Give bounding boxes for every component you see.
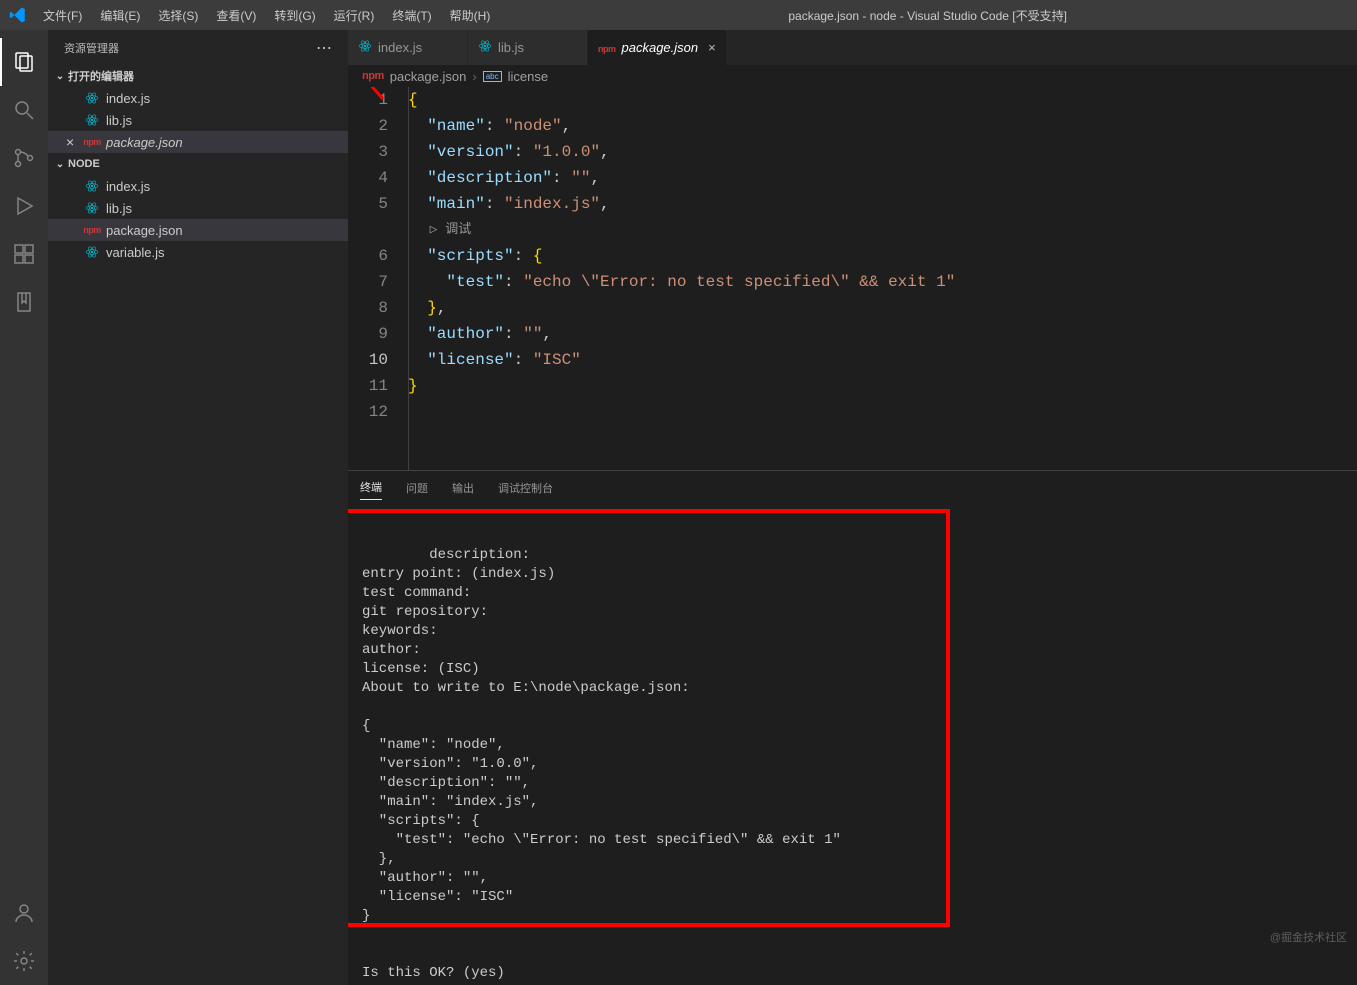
menu-item[interactable]: 转到(G) — [266, 3, 323, 28]
react-icon — [478, 39, 492, 56]
menu-item[interactable]: 帮助(H) — [442, 3, 499, 28]
folder-header[interactable]: ⌄ NODE — [48, 153, 348, 175]
sidebar-explorer: 资源管理器 ⋯ ⌄ 打开的编辑器 index.js lib.js × npm packa… — [48, 30, 348, 985]
activity-accounts-icon[interactable] — [0, 889, 48, 937]
watermark: @掘金技术社区 — [1270, 929, 1347, 945]
editor-tab[interactable]: npm package.json × — [588, 30, 727, 65]
react-icon — [84, 201, 100, 215]
chevron-right-icon: › — [472, 69, 476, 84]
symbol-string-icon: abc — [483, 71, 502, 82]
editor-tab[interactable]: index.js — [348, 30, 468, 65]
panel-tab[interactable]: 问题 — [406, 476, 428, 500]
file-tree-item[interactable]: npm package.json — [48, 219, 348, 241]
code-line[interactable]: "main": "index.js", — [408, 191, 1357, 217]
chevron-down-icon: ⌄ — [52, 71, 68, 82]
activity-bookmark-icon[interactable] — [0, 278, 48, 326]
vscode-logo-icon — [0, 6, 35, 24]
editor-group: index.js lib.js npm package.json × npm packa… — [348, 30, 1357, 985]
chevron-down-icon: ⌄ — [52, 159, 68, 170]
tab-label: lib.js — [498, 40, 524, 55]
file-tree-item[interactable]: index.js — [48, 175, 348, 197]
editor-tab[interactable]: lib.js — [468, 30, 588, 65]
panel-tab[interactable]: 调试控制台 — [498, 476, 553, 500]
file-label: package.json — [106, 223, 183, 238]
file-tree-item[interactable]: variable.js — [48, 241, 348, 263]
titlebar: 文件(F)编辑(E)选择(S)查看(V)转到(G)运行(R)终端(T)帮助(H)… — [0, 0, 1357, 30]
react-icon — [84, 179, 100, 193]
code-line[interactable]: { — [408, 87, 1357, 113]
npm-icon: npm — [84, 225, 100, 235]
npm-icon: npm — [598, 40, 616, 55]
code-line[interactable]: "version": "1.0.0", — [408, 139, 1357, 165]
open-editor-item[interactable]: index.js — [48, 87, 348, 109]
menu-item[interactable]: 查看(V) — [208, 3, 264, 28]
code-line[interactable]: } — [408, 373, 1357, 399]
line-number-gutter: 12345 6789101112 — [348, 87, 408, 470]
menu-item[interactable]: 编辑(E) — [92, 3, 148, 28]
activity-search-icon[interactable] — [0, 86, 48, 134]
file-label: index.js — [106, 91, 150, 106]
menu-item[interactable]: 终端(T) — [384, 3, 439, 28]
code-line[interactable]: "description": "", — [408, 165, 1357, 191]
close-icon[interactable]: × — [66, 134, 74, 150]
menu-item[interactable]: 文件(F) — [35, 3, 90, 28]
breadcrumbs[interactable]: npm package.json › abc license — [348, 65, 1357, 87]
sidebar-title: 资源管理器 ⋯ — [48, 30, 348, 65]
activity-explorer-icon[interactable] — [0, 38, 48, 86]
menu-item[interactable]: 选择(S) — [150, 3, 206, 28]
react-icon — [358, 39, 372, 56]
panel-tab[interactable]: 终端 — [360, 475, 382, 500]
tab-label: index.js — [378, 40, 422, 55]
file-label: package.json — [106, 135, 183, 150]
terminal-output[interactable]: description: entry point: (index.js) tes… — [348, 504, 1357, 985]
panel-tabs: 终端问题输出调试控制台 — [348, 471, 1357, 504]
code-content[interactable]: { "name": "node", "version": "1.0.0", "d… — [408, 87, 1357, 470]
tab-label: package.json — [622, 40, 699, 55]
menu-item[interactable]: 运行(R) — [326, 3, 383, 28]
file-label: lib.js — [106, 201, 132, 216]
open-editors-header[interactable]: ⌄ 打开的编辑器 — [48, 65, 348, 87]
open-editor-item[interactable]: × npm package.json — [48, 131, 348, 153]
npm-icon: npm — [84, 137, 100, 147]
file-label: variable.js — [106, 245, 165, 260]
window-title: package.json - node - Visual Studio Code… — [498, 7, 1357, 24]
activity-run-debug-icon[interactable] — [0, 182, 48, 230]
panel-tab[interactable]: 输出 — [452, 476, 474, 500]
code-line[interactable]: "author": "", — [408, 321, 1357, 347]
code-line[interactable]: "name": "node", — [408, 113, 1357, 139]
code-line[interactable] — [408, 399, 1357, 425]
code-line[interactable]: "license": "ISC" — [408, 347, 1357, 373]
sidebar-more-icon[interactable]: ⋯ — [316, 38, 332, 58]
activitybar — [0, 30, 48, 985]
code-editor[interactable]: 12345 6789101112 { "name": "node", "vers… — [348, 87, 1357, 470]
activity-settings-icon[interactable] — [0, 937, 48, 985]
debug-codelens[interactable]: ▷ 调试 — [408, 217, 1357, 243]
file-tree-item[interactable]: lib.js — [48, 197, 348, 219]
activity-extensions-icon[interactable] — [0, 230, 48, 278]
file-label: lib.js — [106, 113, 132, 128]
react-icon — [84, 245, 100, 259]
file-label: index.js — [106, 179, 150, 194]
code-line[interactable]: "test": "echo \"Error: no test specified… — [408, 269, 1357, 295]
npm-icon: npm — [362, 70, 384, 82]
activity-source-control-icon[interactable] — [0, 134, 48, 182]
react-icon — [84, 113, 100, 127]
react-icon — [84, 91, 100, 105]
open-editor-item[interactable]: lib.js — [48, 109, 348, 131]
close-icon[interactable]: × — [708, 40, 716, 55]
editor-tabs: index.js lib.js npm package.json × — [348, 30, 1357, 65]
code-line[interactable]: }, — [408, 295, 1357, 321]
menubar: 文件(F)编辑(E)选择(S)查看(V)转到(G)运行(R)终端(T)帮助(H) — [35, 3, 498, 28]
code-line[interactable]: "scripts": { — [408, 243, 1357, 269]
bottom-panel: 终端问题输出调试控制台 description: entry point: (i… — [348, 470, 1357, 985]
